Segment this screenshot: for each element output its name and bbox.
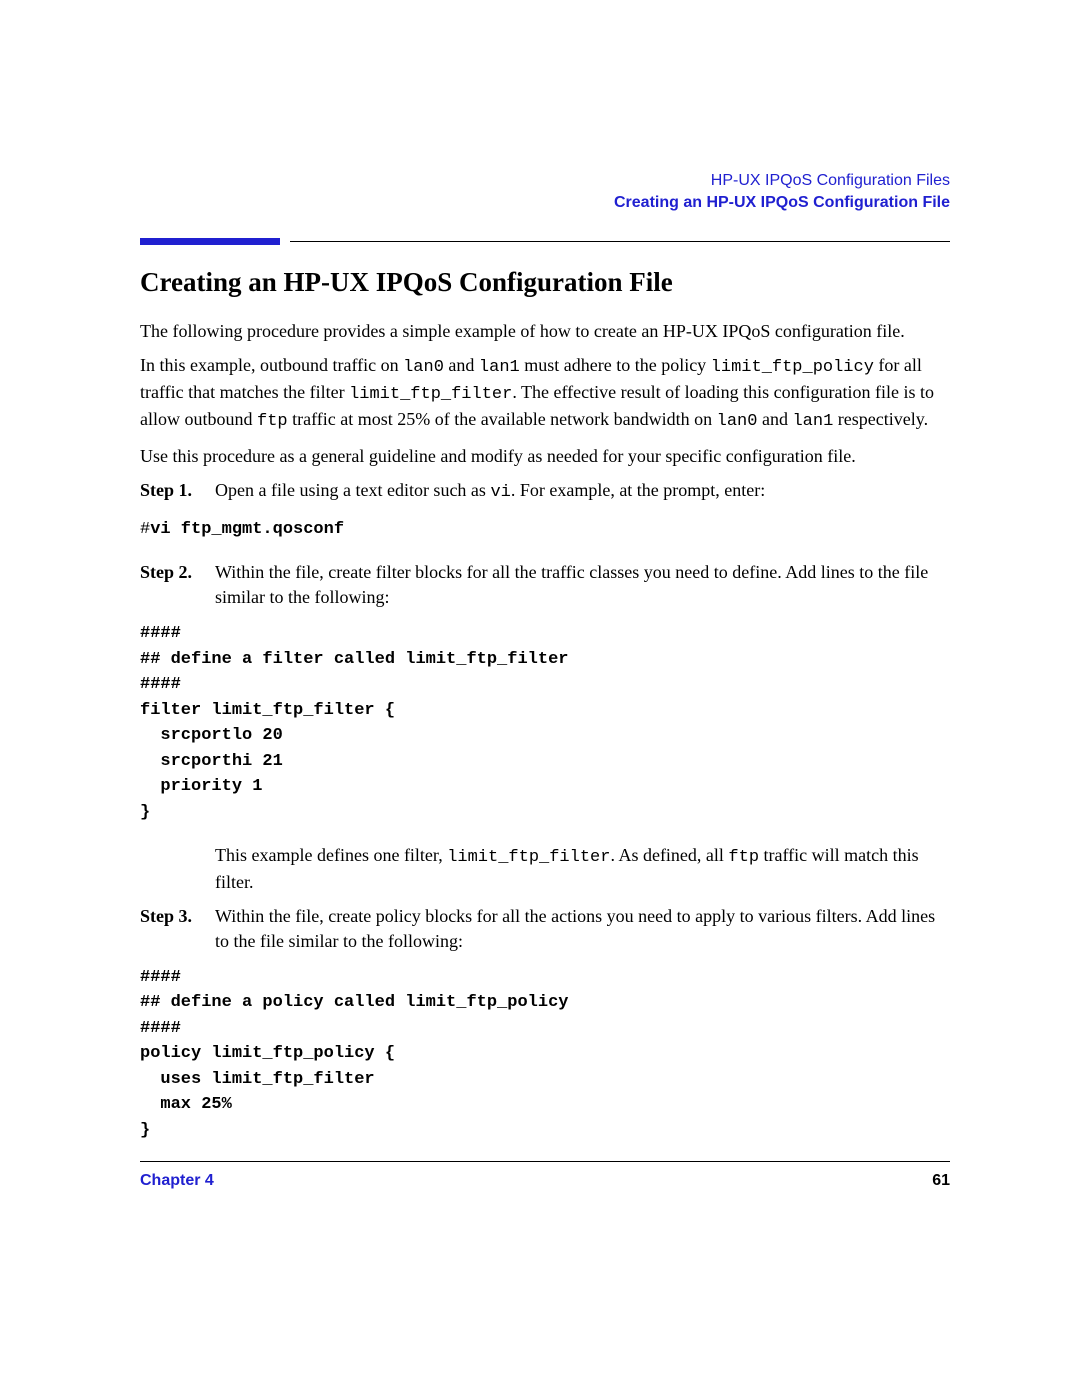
running-header-section: Creating an HP-UX IPQoS Configuration Fi… — [140, 192, 950, 214]
step-body: Open a file using a text editor such as … — [215, 478, 950, 505]
step-3: Step 3. Within the file, create policy b… — [140, 904, 950, 953]
step-body: Within the file, create filter blocks fo… — [215, 560, 950, 609]
step-2-code: #### ## define a filter called limit_ftp… — [140, 621, 950, 825]
running-header: HP-UX IPQoS Configuration Files Creating… — [140, 170, 950, 213]
step-label: Step 1. — [140, 478, 215, 502]
footer-chapter: Chapter 4 — [140, 1170, 214, 1192]
step-body: Within the file, create policy blocks fo… — [215, 904, 950, 953]
page-footer: Chapter 4 61 — [140, 1170, 950, 1192]
page-content: HP-UX IPQoS Configuration Files Creating… — [0, 0, 1080, 1252]
running-header-topic: HP-UX IPQoS Configuration Files — [140, 170, 950, 192]
intro-paragraph-3: Use this procedure as a general guidelin… — [140, 444, 950, 468]
step-2-note: This example defines one filter, limit_f… — [215, 843, 950, 894]
footer-rule — [140, 1161, 950, 1162]
rule-accent — [140, 238, 280, 245]
steps-list: Step 1. Open a file using a text editor … — [140, 478, 950, 1143]
intro-paragraph-1: The following procedure provides a simpl… — [140, 319, 950, 343]
rule-line — [290, 241, 950, 242]
intro-paragraph-2: In this example, outbound traffic on lan… — [140, 353, 950, 434]
decorative-rule — [140, 241, 950, 242]
step-label: Step 2. — [140, 560, 215, 584]
page-title: Creating an HP-UX IPQoS Configuration Fi… — [140, 264, 950, 300]
step-2: Step 2. Within the file, create filter b… — [140, 560, 950, 609]
step-1-command: #vi ftp_mgmt.qosconf — [140, 517, 950, 543]
step-1: Step 1. Open a file using a text editor … — [140, 478, 950, 505]
step-label: Step 3. — [140, 904, 215, 928]
footer-page-number: 61 — [932, 1170, 950, 1192]
step-3-code: #### ## define a policy called limit_ftp… — [140, 965, 950, 1144]
